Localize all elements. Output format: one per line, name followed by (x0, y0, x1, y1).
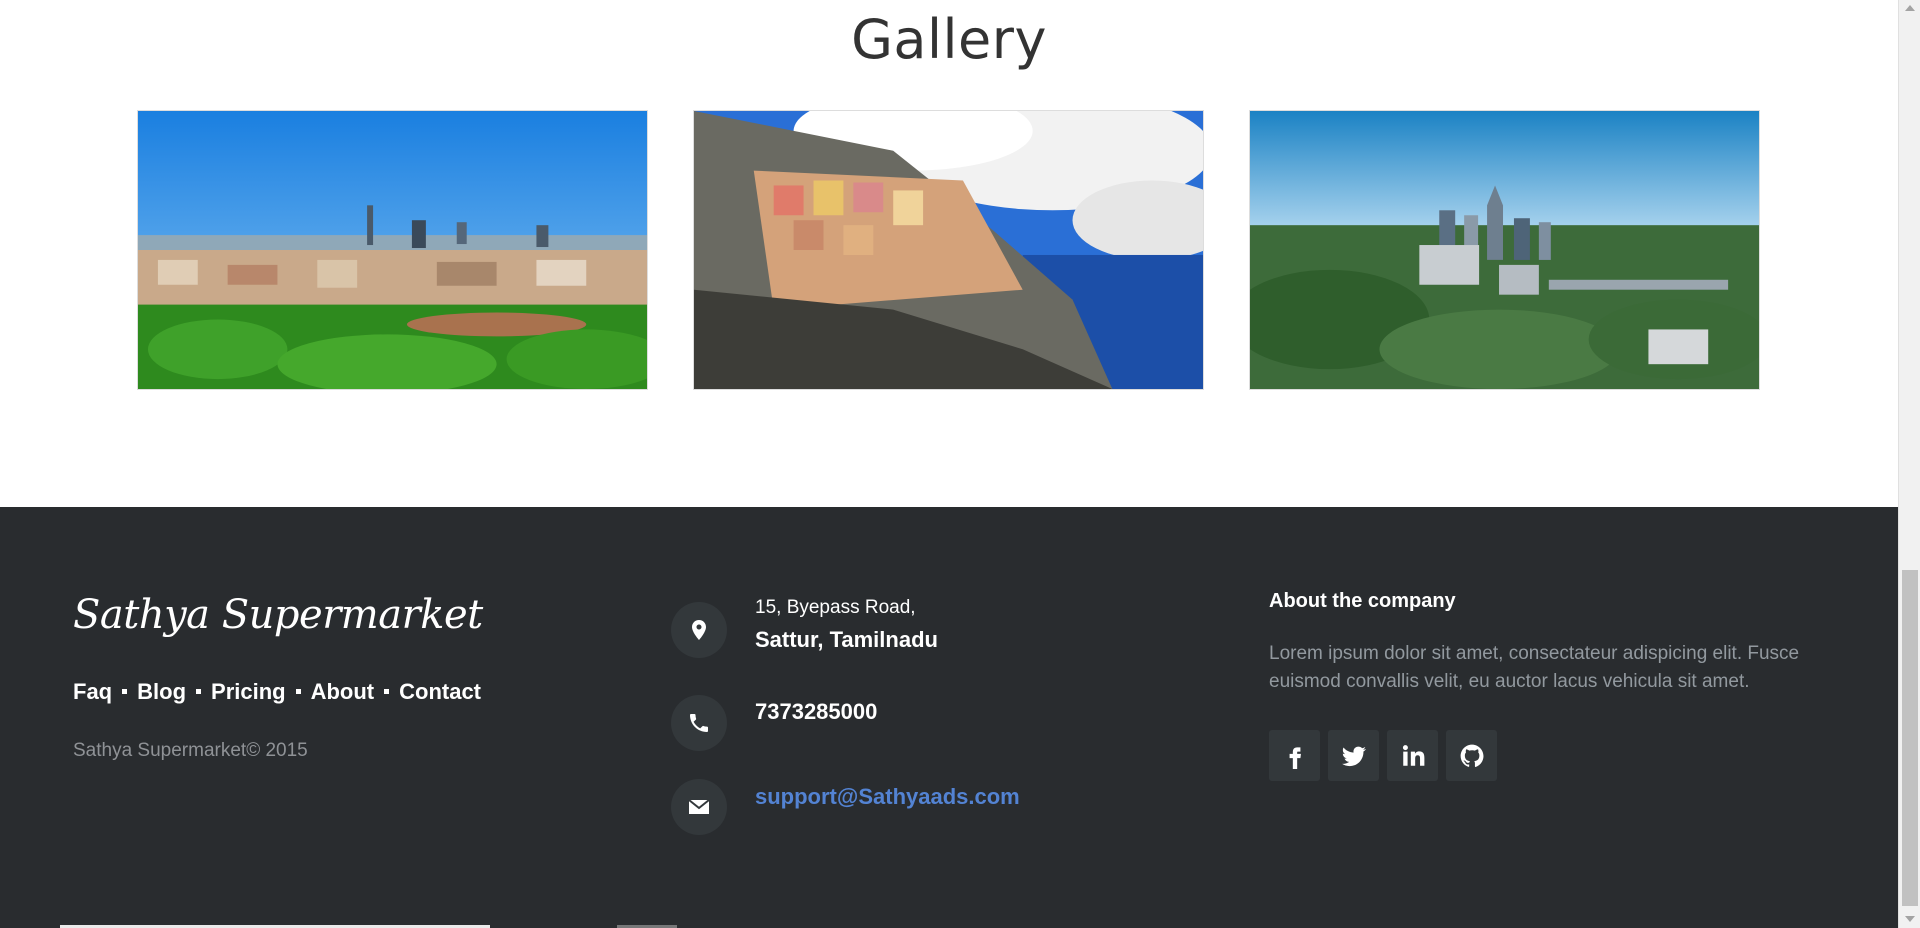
footer-link-faq[interactable]: Faq (73, 679, 112, 705)
gallery-title: Gallery (851, 8, 1047, 71)
footer-link-about[interactable]: About (311, 679, 375, 705)
link-separator (384, 688, 390, 694)
about-title: About the company (1269, 590, 1456, 612)
about-text: Lorem ipsum dolor sit amet, consectateur… (1269, 643, 1800, 692)
link-separator (196, 688, 202, 694)
link-separator (122, 688, 128, 694)
github-icon[interactable] (1446, 730, 1497, 781)
twitter-icon[interactable] (1328, 730, 1379, 781)
footer-link-blog[interactable]: Blog (137, 679, 186, 705)
footer-brand: Sathya Supermarket (73, 592, 483, 638)
link-separator (295, 688, 301, 694)
scroll-thumb[interactable] (1902, 570, 1918, 906)
phone-row (671, 695, 727, 751)
linkedin-icon[interactable] (1387, 730, 1438, 781)
email-row (671, 779, 727, 835)
address-text: 15, Byepass Road, Sattur, Tamilnadu (755, 597, 938, 653)
gallery-image-coast[interactable] (693, 110, 1204, 390)
scroll-up-icon[interactable] (1905, 5, 1915, 11)
phone-number: 7373285000 (755, 699, 878, 724)
email-link[interactable]: support@Sathyaads.com (755, 784, 1020, 810)
gallery-image-downtown[interactable] (1249, 110, 1760, 390)
gallery-section: Gallery (0, 0, 1898, 507)
vertical-scrollbar[interactable] (1898, 0, 1920, 928)
site-footer: Sathya Supermarket Faq Blog Pricing Abou… (0, 507, 1898, 928)
address-row (671, 602, 727, 658)
address-line-2: Sattur, Tamilnadu (755, 627, 938, 652)
address-line-1: 15, Byepass Road, (755, 597, 916, 618)
footer-link-pricing[interactable]: Pricing (211, 679, 286, 705)
footer-links: Faq Blog Pricing About Contact (73, 679, 481, 705)
phone-icon (671, 695, 727, 751)
social-links (1269, 730, 1497, 781)
envelope-icon (671, 779, 727, 835)
copyright-text: Sathya Supermarket© 2015 (73, 740, 308, 761)
facebook-icon[interactable] (1269, 730, 1320, 781)
gallery-image-city[interactable] (137, 110, 648, 390)
map-marker-icon (671, 602, 727, 658)
footer-link-contact[interactable]: Contact (399, 679, 481, 705)
scroll-down-icon[interactable] (1905, 916, 1915, 922)
